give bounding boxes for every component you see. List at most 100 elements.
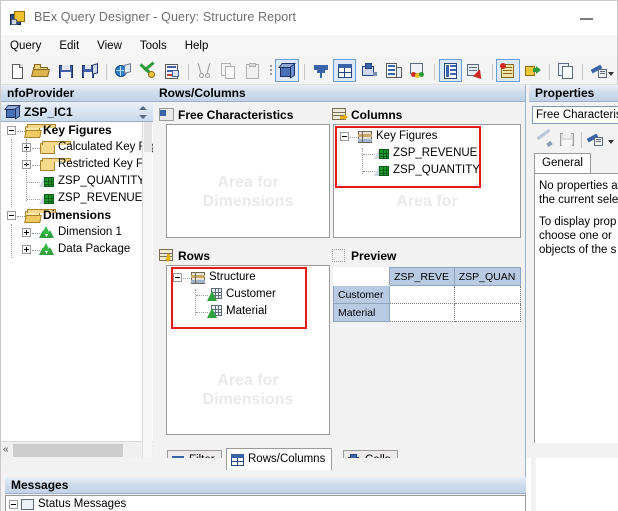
exceptions-icon[interactable] [406,59,429,82]
edit-pencil-icon[interactable] [534,128,556,151]
save-query-icon[interactable] [54,59,77,82]
infoprovider-cube-icon[interactable] [275,59,299,82]
messages-list[interactable]: Status Messages [5,495,526,511]
preview-column-header: ZSP_REVE [389,267,455,286]
rows-header: Rows [158,247,330,265]
infoprovider-name: ZSP_IC1 [24,105,73,119]
columns-item-zsp-quantity[interactable]: ZSP_QUANTITY [334,162,520,179]
collapse-toggle[interactable] [7,126,16,135]
infoprovider-spinner[interactable] [139,106,148,119]
rows-item-structure[interactable]: Structure [167,269,329,286]
tree-item-dimensions[interactable]: Dimensions [1,207,153,224]
tree-item-restricted-key-figures[interactable]: Restricted Key Fig [1,156,153,173]
save-icon[interactable] [557,129,579,151]
scrollbar-thumb[interactable] [13,444,123,457]
free-characteristics-header: Free Characteristics [158,106,330,124]
minimize-button[interactable] [576,9,598,27]
key-figure-icon [374,164,389,177]
columns-item-zsp-revenue[interactable]: ZSP_REVENUE [334,145,520,162]
preview-cell [453,285,522,304]
watermark-line-2: Dimensions [202,391,294,408]
infoprovider-tree[interactable]: Key Figures Calculated Key Fig Restricte… [1,122,153,441]
free-characteristics-dropzone[interactable]: Area for Dimensions [166,124,330,238]
collapse-toggle[interactable] [7,211,16,220]
expand-toggle[interactable] [22,245,31,254]
columns-item-key-figures[interactable]: Key Figures [334,128,520,145]
tree-item-data-package[interactable]: Data Package [1,241,153,258]
columns-icon [332,108,348,122]
conditions-icon[interactable] [382,59,405,82]
free-characteristics-section: Free Characteristics Area for Dimensions [158,106,330,238]
rows-item-customer[interactable]: Customer [167,286,329,303]
panel-separator [531,458,536,511]
tree-item-label: Restricted Key Fig [58,158,152,170]
properties-object-name: Free Characteris [536,109,618,121]
infoprovider-panel: nfoProvider ZSP_IC1 Key Figures Calculat… [0,85,153,458]
rows-dropzone[interactable]: Area for Dimensions Structure Customer M… [166,265,330,435]
tree-item-key-figures[interactable]: Key Figures [1,122,153,139]
folder-open-icon [24,209,56,223]
tree-item-dimension-1[interactable]: Dimension 1 [1,224,153,241]
rows-columns-icon[interactable] [332,59,357,82]
item-label: Structure [209,271,256,283]
tree-item-zsp-revenue[interactable]: ZSP_REVENUE [1,190,153,207]
folder-open-icon [24,124,56,138]
infoprovider-horizontal-scrollbar[interactable]: « » [1,441,153,458]
toolbar-separator [488,62,497,80]
paste-icon[interactable] [241,59,264,82]
tree-item-calculated-key-figures[interactable]: Calculated Key Fig [1,139,153,156]
save-as-query-icon[interactable] [78,59,101,82]
preview-cell [389,303,455,322]
where-used-icon[interactable] [521,59,544,82]
rows-item-material[interactable]: Material [167,303,329,320]
copy-icon[interactable] [217,59,240,82]
tree-item-label: ZSP_QUANTITY [58,175,145,187]
documents-icon[interactable] [496,59,520,82]
tree-item-zsp-quantity[interactable]: ZSP_QUANTITY [1,173,153,190]
list-item[interactable]: Status Messages [6,496,525,511]
settings-wrench-icon[interactable] [586,129,616,151]
cut-icon[interactable] [193,59,216,82]
query-properties-icon[interactable] [160,59,183,82]
chevron-down-icon [607,72,614,76]
structure-icon [191,272,205,284]
rows-columns-icon [230,453,245,467]
check-query-icon[interactable] [135,59,158,82]
messages-icon[interactable] [463,59,486,82]
infoprovider-selector[interactable]: ZSP_IC1 [1,102,153,122]
infoprovider-vertical-scrollbar[interactable] [142,122,152,458]
collapse-toggle[interactable] [173,273,182,282]
columns-header: Columns [331,106,521,124]
scrollbar-thumb[interactable] [144,122,152,152]
toolbar-separator [545,62,554,80]
menu-item-help[interactable]: Help [176,38,218,55]
menu-item-view[interactable]: View [88,38,131,55]
properties-icon[interactable] [438,59,463,82]
key-figure-icon [374,147,389,160]
properties-object-selector[interactable]: Free Characteris [532,106,618,124]
list-item-label: Status Messages [38,498,127,510]
tab-rows-columns[interactable]: Rows/Columns [226,448,333,470]
collapse-toggle[interactable] [9,500,18,509]
filter-icon[interactable] [309,59,332,82]
new-query-icon[interactable] [5,59,28,82]
scroll-left-arrow-icon[interactable]: « [3,445,9,455]
expand-toggle[interactable] [22,228,31,237]
toolbar-separator [184,62,193,80]
menu-item-query[interactable]: Query [1,38,50,55]
cells-icon[interactable] [357,59,380,82]
menu-item-tools[interactable]: Tools [131,38,176,55]
columns-dropzone[interactable]: Area for Key Figures ZSP_REVENUE ZSP_QUA… [333,124,521,238]
publish-web-icon[interactable] [111,59,134,82]
infoprovider-cube-icon [4,105,21,120]
dimension-icon [39,243,55,256]
collapse-toggle[interactable] [340,132,349,141]
technical-names-icon[interactable] [554,59,577,82]
tree-item-label: ZSP_REVENUE [58,192,143,204]
menu-item-edit[interactable]: Edit [50,38,88,55]
tree-item-label: Data Package [58,243,131,255]
open-query-icon[interactable] [29,59,52,82]
tab-general[interactable]: General [534,153,591,173]
settings-wrench-icon[interactable] [587,59,616,82]
properties-panel: Properties Free Characteris General No p… [525,85,618,458]
